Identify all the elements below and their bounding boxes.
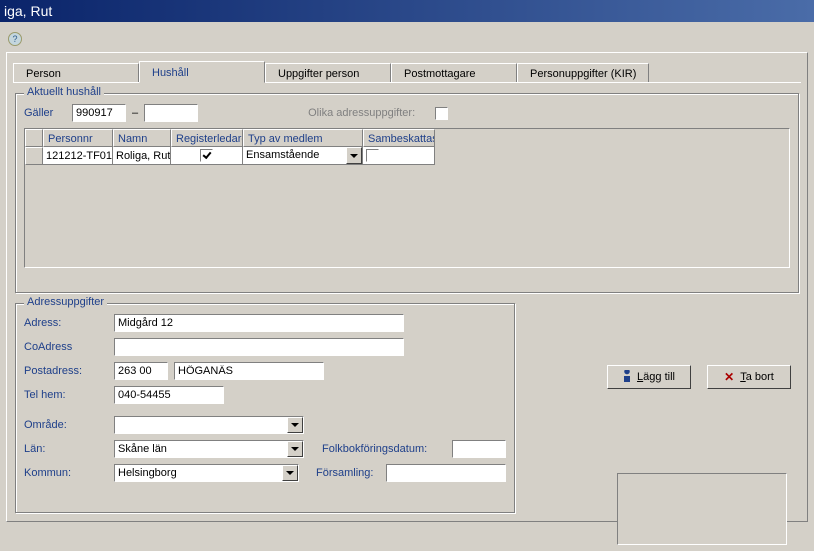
chevron-down-icon bbox=[286, 471, 294, 475]
galler-to-input[interactable] bbox=[144, 104, 198, 122]
forsamling-input[interactable] bbox=[386, 464, 506, 482]
omrade-select[interactable] bbox=[114, 416, 304, 434]
col-typ-av-medlem[interactable]: Typ av medlem bbox=[243, 129, 363, 147]
col-registerledare[interactable]: Registerledare bbox=[171, 129, 243, 147]
cell-personnr[interactable]: 121212-TF01 bbox=[43, 147, 113, 165]
group-aktuellt-title: Aktuellt hushåll bbox=[24, 86, 104, 98]
omrade-label: Område: bbox=[24, 419, 114, 431]
telhem-input[interactable] bbox=[114, 386, 224, 404]
help-icon[interactable]: ? bbox=[8, 32, 22, 46]
cell-namn[interactable]: Roliga, Rut bbox=[113, 147, 171, 165]
table-row[interactable]: 121212-TF01 Roliga, Rut Ensamstående bbox=[25, 147, 789, 165]
galler-label: Gäller bbox=[24, 107, 72, 119]
row-selector[interactable] bbox=[25, 147, 43, 165]
tab-postmottagare[interactable]: Postmottagare bbox=[391, 63, 517, 83]
lan-label: Län: bbox=[24, 443, 114, 455]
cell-sambeskattas[interactable] bbox=[363, 147, 435, 165]
tab-hushall[interactable]: Hushåll bbox=[139, 61, 265, 83]
cell-registerledare[interactable] bbox=[171, 147, 243, 165]
col-namn[interactable]: Namn bbox=[113, 129, 171, 147]
group-adressuppgifter: Adressuppgifter Adress: CoAdress Postadr… bbox=[15, 303, 515, 513]
adress-input[interactable] bbox=[114, 314, 404, 332]
omrade-select-button[interactable] bbox=[287, 417, 303, 433]
col-personnr[interactable]: Personnr bbox=[43, 129, 113, 147]
olika-adress-label: Olika adressuppgifter: bbox=[308, 107, 415, 119]
postnr-input[interactable] bbox=[114, 362, 168, 380]
kommun-label: Kommun: bbox=[24, 467, 114, 479]
group-adress-title: Adressuppgifter bbox=[24, 296, 107, 308]
col-sambeskattas[interactable]: Sambeskattas bbox=[363, 129, 435, 147]
window-title: iga, Rut bbox=[4, 3, 52, 19]
tab-person[interactable]: Person bbox=[13, 63, 139, 83]
adress-label: Adress: bbox=[24, 317, 114, 329]
title-bar: iga, Rut bbox=[0, 0, 814, 22]
galler-dash: – bbox=[132, 107, 138, 119]
chevron-down-icon bbox=[350, 154, 358, 158]
sambeskattas-checkbox[interactable] bbox=[366, 149, 379, 162]
lan-select-button[interactable] bbox=[287, 441, 303, 457]
tab-strip: Person Hushåll Uppgifter person Postmott… bbox=[13, 61, 801, 83]
telhem-label: Tel hem: bbox=[24, 389, 114, 401]
household-table: Personnr Namn Registerledare Typ av medl… bbox=[24, 128, 790, 268]
coadress-input[interactable] bbox=[114, 338, 404, 356]
postort-input[interactable] bbox=[174, 362, 324, 380]
tab-uppgifter-person[interactable]: Uppgifter person bbox=[265, 63, 391, 83]
tab-personuppgifter-kir[interactable]: Personuppgifter (KIR) bbox=[517, 63, 649, 83]
forsamling-label: Församling: bbox=[316, 467, 386, 479]
folkbok-input[interactable] bbox=[452, 440, 506, 458]
postadress-label: Postadress: bbox=[24, 365, 114, 377]
typ-select-value: Ensamstående bbox=[243, 147, 346, 164]
chevron-down-icon bbox=[291, 447, 299, 451]
kommun-select-button[interactable] bbox=[282, 465, 298, 481]
registerledare-checkbox[interactable] bbox=[200, 149, 213, 162]
coadress-label: CoAdress bbox=[24, 341, 114, 353]
olika-adress-checkbox[interactable] bbox=[435, 107, 448, 120]
chevron-down-icon bbox=[291, 423, 299, 427]
cell-typ-av-medlem[interactable]: Ensamstående bbox=[243, 147, 363, 165]
kommun-select[interactable]: Helsingborg bbox=[114, 464, 299, 482]
group-aktuellt-hushall: Aktuellt hushåll Gäller – Olika adressup… bbox=[15, 93, 799, 293]
lan-select[interactable]: Skåne län bbox=[114, 440, 304, 458]
table-corner bbox=[25, 129, 43, 147]
folkbok-label: Folkbokföringsdatum: bbox=[322, 443, 452, 455]
typ-select-button[interactable] bbox=[346, 147, 362, 164]
galler-from-input[interactable] bbox=[72, 104, 126, 122]
